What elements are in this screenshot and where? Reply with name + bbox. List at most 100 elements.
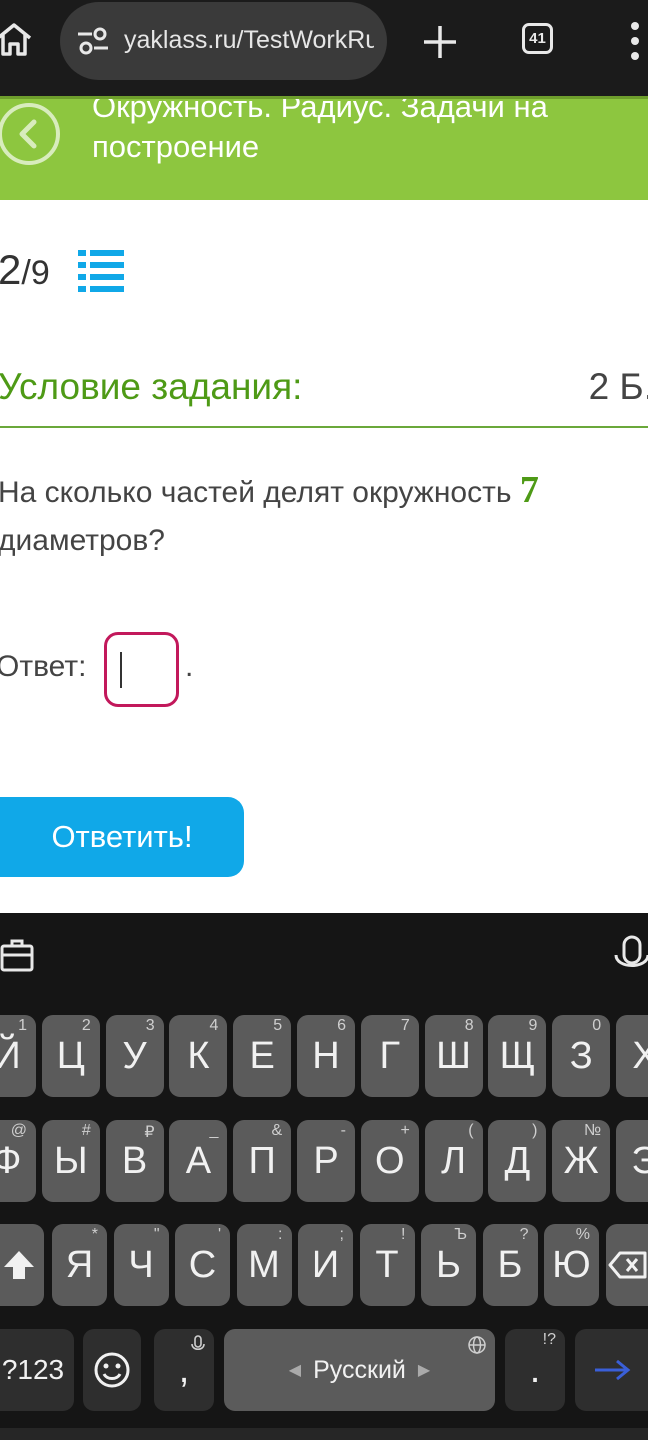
period-key-label: . (529, 1348, 541, 1391)
key-8-row1[interactable]: Ш8 (424, 1015, 483, 1097)
key-7-row1[interactable]: Г7 (360, 1015, 419, 1097)
key-11-row1[interactable]: Х (616, 1015, 648, 1097)
navigation-bar (0, 1428, 648, 1440)
key-4-row1[interactable]: К4 (169, 1015, 228, 1097)
key-9-row2[interactable]: Д) (488, 1120, 547, 1202)
shift-key[interactable] (0, 1224, 44, 1306)
backspace-key[interactable] (606, 1224, 648, 1306)
text-caret (120, 652, 122, 688)
comma-key[interactable]: , (154, 1329, 214, 1411)
key-10-row1-label: З (569, 1034, 593, 1077)
key-11-row2[interactable]: Э (616, 1120, 648, 1202)
counter-separator: / (21, 254, 31, 292)
key-5-row3-label: И (311, 1243, 340, 1286)
key-10-row1[interactable]: З0 (552, 1015, 611, 1097)
key-6-row1[interactable]: Н6 (297, 1015, 355, 1097)
key-4-row1-hint: 4 (209, 1017, 219, 1034)
key-10-row2-hint: № (584, 1122, 602, 1139)
enter-key[interactable] (575, 1329, 648, 1411)
key-6-row3-hint: ! (401, 1226, 406, 1243)
more-menu-icon[interactable] (628, 20, 642, 62)
key-7-row3-label: Ь (436, 1243, 461, 1286)
key-5-row1-hint: 5 (273, 1017, 283, 1034)
answer-input[interactable] (104, 632, 179, 707)
topic-header: Окружность. Радиус. Задачи на построение (0, 96, 648, 200)
question-counter: 2/9 (0, 246, 50, 294)
key-10-row2[interactable]: Ж № (552, 1120, 611, 1202)
key-3-row1-label: У (122, 1034, 147, 1077)
question-text-after: диаметров? (0, 524, 165, 557)
key-5-row3[interactable]: И; (298, 1224, 353, 1306)
key-3-row3-label: С (188, 1243, 217, 1286)
home-icon[interactable] (0, 20, 34, 60)
key-11-row1-label: Х (632, 1034, 648, 1077)
key-8-row3[interactable]: Б? (482, 1224, 538, 1306)
key-4-row2[interactable]: А _ (169, 1120, 228, 1202)
key-2-row2-hint: # (81, 1122, 91, 1139)
url-text: yaklass.ru/TestWorkRun (124, 26, 374, 54)
key-2-row1-label: Ц (56, 1034, 85, 1077)
key-3-row2[interactable]: В ₽ (105, 1120, 164, 1202)
key-1-row2[interactable]: Ф @ (0, 1120, 36, 1202)
emoji-icon (94, 1352, 130, 1388)
key-9-row3[interactable]: Ю% (544, 1224, 599, 1306)
submit-button[interactable]: Ответить! (0, 797, 244, 877)
key-5-row1-label: Е (249, 1034, 275, 1077)
emoji-key[interactable] (83, 1329, 141, 1411)
key-4-row3-label: М (248, 1243, 280, 1286)
site-settings-icon[interactable] (76, 26, 110, 56)
key-4-row2-hint: _ (209, 1122, 219, 1139)
key-3-row1[interactable]: У3 (105, 1015, 164, 1097)
key-10-row1-hint: 0 (592, 1017, 602, 1034)
key-9-row3-label: Ю (552, 1243, 591, 1286)
voice-hint-icon (191, 1335, 205, 1351)
key-1-row3-label: Я (65, 1243, 94, 1286)
key-8-row2[interactable]: Л( (424, 1120, 483, 1202)
key-5-row1[interactable]: Е5 (233, 1015, 292, 1097)
question-list-icon[interactable] (78, 248, 126, 292)
key-7-row2-hint: + (400, 1122, 410, 1139)
key-3-row1-hint: 3 (145, 1017, 155, 1034)
address-bar[interactable]: yaklass.ru/TestWorkRun (60, 2, 387, 80)
key-7-row1-hint: 7 (400, 1017, 410, 1034)
key-9-row2-label: Д (504, 1139, 531, 1182)
shift-icon (4, 1251, 34, 1279)
space-key[interactable]: ◀ Русский ▶ (224, 1329, 495, 1411)
key-1-row1[interactable]: Й1 (0, 1015, 36, 1097)
symbols-key[interactable]: ?123 (0, 1329, 74, 1411)
on-screen-keyboard: Й 1 Ц 2 У 3 К 4 Е 5 Н 6 Г 7 Ш 8 Щ 9 З 0 Х Ф @ Ы # В ₽ А _ П & Р - О + Л(Д) Ж… (0, 913, 648, 1440)
topic-title: Окружность. Радиус. Задачи на построение (92, 96, 548, 164)
microphone-icon[interactable] (612, 935, 648, 975)
key-3-row3[interactable]: С ' (175, 1224, 230, 1306)
key-7-row3[interactable]: ЬЪ (421, 1224, 476, 1306)
key-8-row3-hint: ? (519, 1226, 529, 1243)
key-8-row2-hint: ( (468, 1122, 474, 1139)
key-2-row3[interactable]: Ч " (113, 1224, 169, 1306)
divider (0, 426, 648, 428)
key-5-row2-hint: & (271, 1122, 283, 1139)
key-4-row3[interactable]: М: (236, 1224, 292, 1306)
period-key[interactable]: .!? (505, 1329, 565, 1411)
key-7-row2-label: О (375, 1139, 405, 1182)
clipboard-toolbar-icon[interactable] (0, 937, 36, 973)
key-2-row2[interactable]: Ы # (41, 1120, 100, 1202)
key-6-row3[interactable]: Т! (359, 1224, 415, 1306)
backspace-icon (608, 1251, 647, 1279)
key-6-row2-hint: - (340, 1122, 346, 1139)
key-6-row2[interactable]: Р- (297, 1120, 355, 1202)
key-7-row1-label: Г (379, 1034, 401, 1077)
period-key-hint: !? (542, 1331, 556, 1348)
new-tab-icon[interactable] (420, 22, 460, 62)
key-5-row2-label: П (248, 1139, 276, 1182)
key-2-row1-hint: 2 (81, 1017, 91, 1034)
key-9-row1[interactable]: Щ9 (488, 1015, 547, 1097)
key-7-row2[interactable]: О + (360, 1120, 419, 1202)
key-1-row3-hint: * (91, 1226, 98, 1243)
tab-switcher-icon[interactable]: 41 (522, 23, 553, 54)
key-2-row1[interactable]: Ц2 (41, 1015, 100, 1097)
key-2-row2-label: Ы (53, 1139, 88, 1182)
back-button[interactable] (0, 103, 60, 165)
key-1-row3[interactable]: Я * (52, 1224, 107, 1306)
key-5-row2[interactable]: П & (233, 1120, 292, 1202)
key-9-row2-hint: ) (532, 1122, 538, 1139)
